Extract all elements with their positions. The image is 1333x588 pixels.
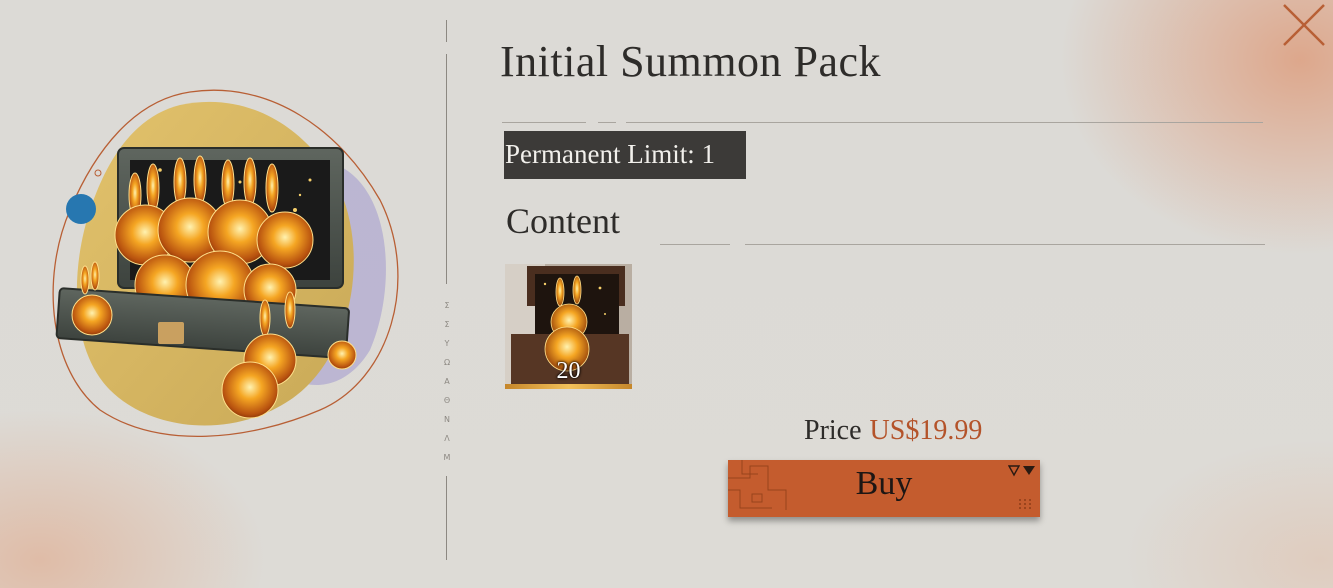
dots-icon (1019, 499, 1031, 509)
pack-art (40, 70, 420, 470)
page-title: Initial Summon Pack (500, 37, 882, 86)
close-button[interactable] (1281, 2, 1327, 48)
divider-line-top (446, 20, 447, 42)
content-rule (660, 244, 730, 245)
buy-label: Buy (855, 465, 913, 502)
title-rule (626, 122, 1263, 123)
divider-glyph: Λ (444, 434, 450, 443)
divider-glyph: Σ (444, 320, 450, 329)
price: Price US$19.99 (804, 415, 982, 447)
divider-glyph: Y (444, 339, 450, 348)
divider-glyph: Ω (443, 358, 451, 367)
content-item[interactable]: 20 (505, 264, 632, 389)
triangle-down-icon (1008, 465, 1035, 477)
item-rarity-bar (505, 384, 632, 389)
price-value: US$19.99 (869, 415, 983, 446)
divider-line-bottom (446, 476, 447, 560)
purchase-limit-badge: Permanent Limit: 1 (504, 131, 746, 179)
price-label: Price (804, 415, 862, 446)
divider-glyph: A (444, 377, 450, 386)
divider-glyph: N (444, 415, 450, 424)
divider-glyph: M (443, 453, 451, 462)
title-rule (598, 122, 616, 123)
item-quantity: 20 (556, 358, 581, 384)
divider-line (446, 54, 447, 284)
title-rule (502, 122, 586, 123)
content-rule (745, 244, 1265, 245)
divider-glyph: Θ (443, 396, 451, 405)
divider-glyph: Σ (444, 301, 450, 310)
content-heading: Content (506, 201, 620, 241)
close-icon (1283, 4, 1325, 46)
buy-button[interactable]: Buy (728, 460, 1040, 517)
divider-glyphs: Σ Σ Y Ω A Θ N Λ M (440, 296, 454, 467)
